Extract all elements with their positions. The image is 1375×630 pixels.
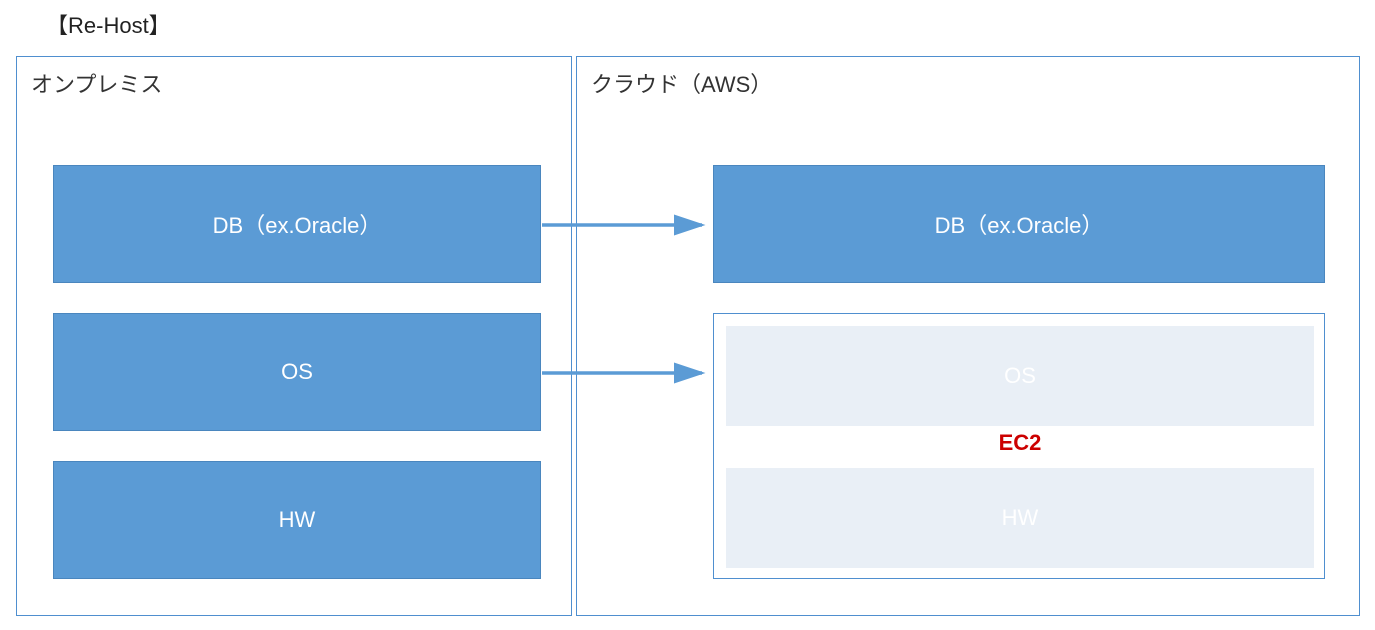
cloud-hw-box: HW	[726, 468, 1314, 568]
cloud-os-box: OS	[726, 326, 1314, 426]
diagram-canvas: 【Re-Host】 オンプレミス DB（ex.Oracle） OS HW クラウ…	[0, 0, 1375, 630]
ec2-label: EC2	[714, 430, 1326, 456]
onprem-db-label: DB（ex.Oracle）	[213, 208, 382, 240]
onprem-panel-title: オンプレミス	[31, 67, 162, 99]
cloud-os-label: OS	[1004, 363, 1036, 389]
cloud-panel-title: クラウド（AWS）	[591, 67, 772, 99]
onprem-hw-box: HW	[53, 461, 541, 579]
diagram-title: 【Re-Host】	[46, 8, 171, 40]
cloud-db-label: DB（ex.Oracle）	[935, 208, 1104, 240]
onprem-db-box: DB（ex.Oracle）	[53, 165, 541, 283]
ec2-container: OS EC2 HW	[713, 313, 1325, 579]
onprem-os-box: OS	[53, 313, 541, 431]
onprem-hw-label: HW	[279, 507, 316, 533]
cloud-db-box: DB（ex.Oracle）	[713, 165, 1325, 283]
onprem-os-label: OS	[281, 359, 313, 385]
cloud-panel: クラウド（AWS） DB（ex.Oracle） OS EC2 HW	[576, 56, 1360, 616]
cloud-hw-label: HW	[1002, 505, 1039, 531]
onprem-panel: オンプレミス DB（ex.Oracle） OS HW	[16, 56, 572, 616]
